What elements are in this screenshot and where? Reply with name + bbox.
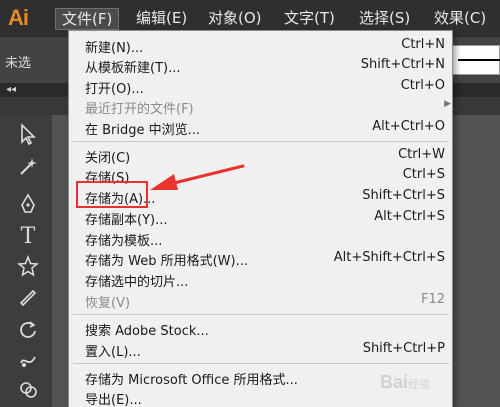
selection-tool-icon[interactable] [14,123,42,151]
annotation-arrow-icon [150,164,245,190]
watermark-logo: Bai经验 [380,372,431,392]
menu-item-open[interactable]: 打开(O)... Ctrl+O [85,76,445,97]
tools-panel: T [0,115,52,407]
magic-wand-icon[interactable] [14,155,42,183]
menu-item-save-for-web[interactable]: 存储为 Web 所用格式(W)... Alt+Shift+Ctrl+S [85,248,445,269]
menu-select[interactable]: 选择(S) [353,8,416,30]
file-menu-dropdown: 新建(N)... Ctrl+N 从模板新建(T)... Shift+Ctrl+N… [68,30,453,407]
star-tool-icon[interactable] [14,254,42,283]
pencil-tool-icon[interactable] [14,285,42,313]
menu-object[interactable]: 对象(O) [202,8,268,30]
menu-item-browse-in-bridge[interactable]: 在 Bridge 中浏览... Alt+Ctrl+O [85,117,445,138]
menu-item-save-selected-slices[interactable]: 存储选中的切片... [85,269,445,290]
menu-file[interactable]: 文件(F) [55,8,120,30]
menu-item-revert[interactable]: 恢复(V) F12 [85,290,445,311]
menu-item-save-copy[interactable]: 存储副本(Y)... Alt+Ctrl+S [85,207,445,228]
menu-item-new[interactable]: 新建(N)... Ctrl+N [85,35,445,56]
shape-builder-icon[interactable] [14,379,42,407]
menu-separator [73,314,449,315]
rotate-tool-icon[interactable] [14,319,42,347]
menu-item-place[interactable]: 置入(L)... Shift+Ctrl+P [85,339,445,360]
pen-tool-icon[interactable] [14,193,42,221]
menu-item-search-adobe-stock[interactable]: 搜索 Adobe Stock... [85,318,445,339]
menu-item-save-as-template[interactable]: 存储为模板... [85,228,445,249]
menu-item-new-from-template[interactable]: 从模板新建(T)... Shift+Ctrl+N [85,55,445,76]
menu-separator [73,363,449,364]
menu-type[interactable]: 文字(T) [278,8,341,30]
warp-tool-icon[interactable] [14,349,42,377]
menu-edit[interactable]: 编辑(E) [130,8,193,30]
annotation-highlight-box [76,181,148,208]
type-tool-icon[interactable]: T [14,223,42,251]
collapse-panel-icon[interactable]: ◂◂ [6,83,16,97]
selection-status-label: 未选 [5,56,32,71]
menu-item-close[interactable]: 关闭(C) Ctrl+W [85,145,445,166]
menu-effect[interactable]: 效果(C) [428,8,492,30]
submenu-arrow-icon: ▶ [444,99,451,109]
menu-separator [73,141,449,142]
app-logo: Ai [8,5,29,30]
menu-item-recent-files[interactable]: 最近打开的文件(F) ▶ [85,96,451,117]
stroke-line-preview [458,59,500,61]
